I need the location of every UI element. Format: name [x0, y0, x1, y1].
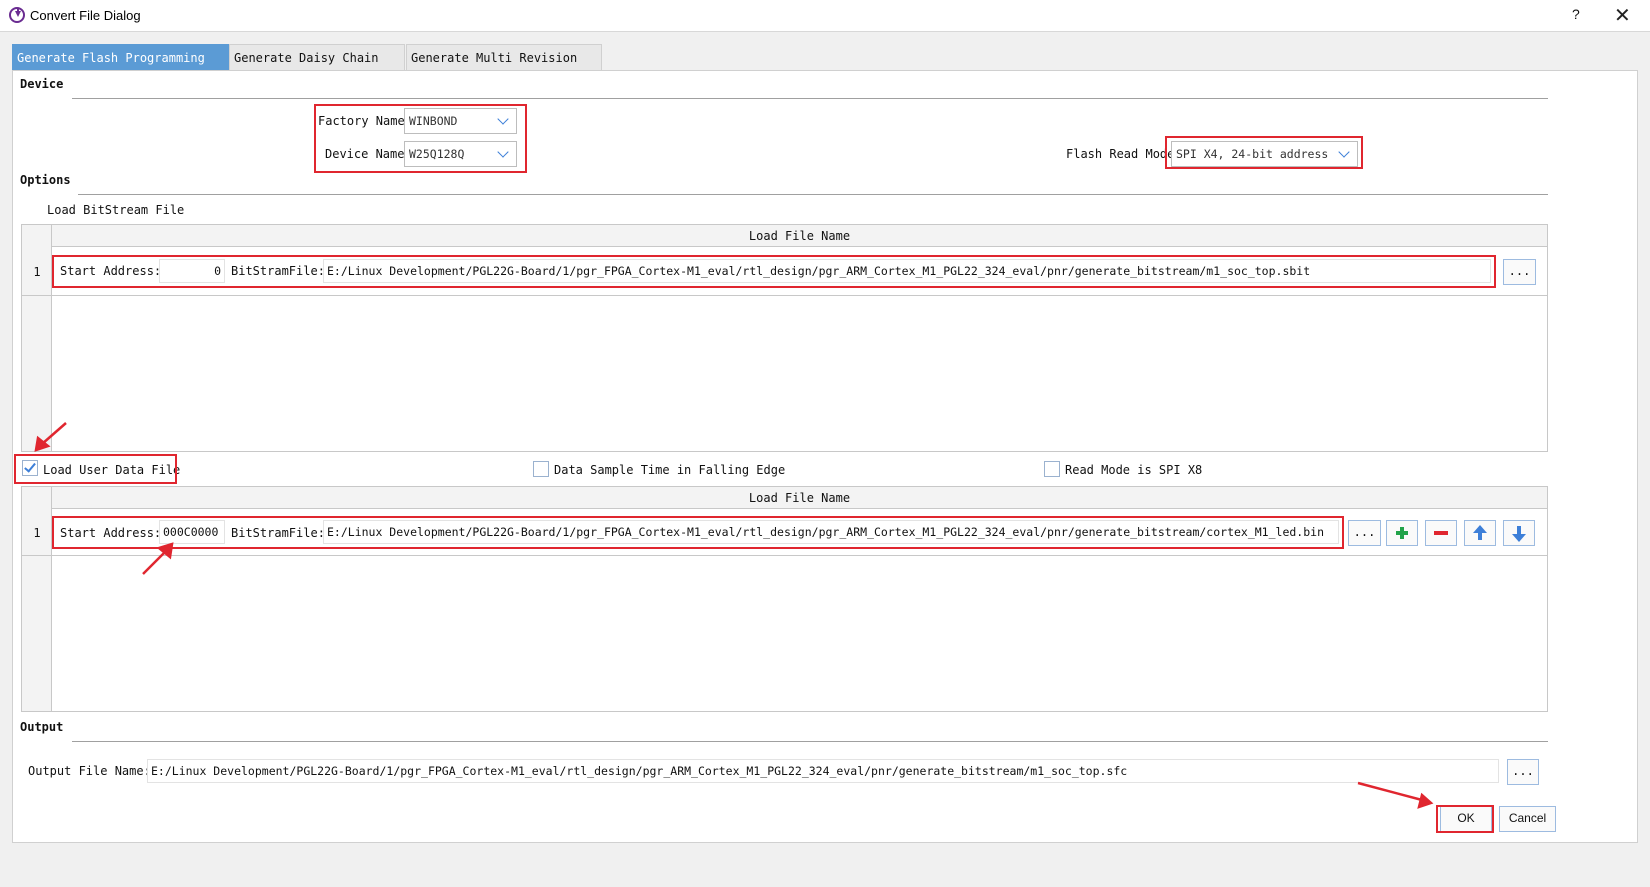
- falling-edge-label: Data Sample Time in Falling Edge: [554, 463, 786, 477]
- add-row-button[interactable]: [1386, 520, 1418, 546]
- spi-x8-checkbox[interactable]: [1044, 461, 1060, 477]
- move-up-button[interactable]: [1464, 520, 1496, 546]
- annotation-highlight-device: [314, 104, 527, 173]
- device-section-title: Device: [20, 77, 64, 91]
- cancel-button[interactable]: Cancel: [1499, 806, 1556, 832]
- remove-row-button[interactable]: [1425, 520, 1457, 546]
- load-bitstream-file-label: Load BitStream File: [47, 203, 185, 217]
- user-data-browse-button[interactable]: ...: [1348, 520, 1381, 546]
- flash-read-mode-label: Flash Read Mode: [1066, 147, 1175, 161]
- tab-generate-multi-revision-file[interactable]: Generate Multi Revision File: [406, 44, 602, 91]
- table-row-number: 1: [33, 265, 41, 279]
- spi-x8-label: Read Mode is SPI X8: [1065, 463, 1203, 477]
- annotation-highlight-bitstream-row: [52, 255, 1496, 288]
- output-section-title: Output: [20, 720, 64, 734]
- annotation-highlight-ok: [1436, 805, 1494, 833]
- app-download-icon: [9, 7, 25, 23]
- close-button[interactable]: ✕: [1614, 3, 1631, 28]
- output-divider: [72, 741, 1548, 742]
- help-button[interactable]: ?: [1572, 6, 1580, 22]
- tab-generate-daisy-chain-file[interactable]: Generate Daisy Chain File: [229, 44, 405, 91]
- annotation-highlight-flash-mode: [1165, 136, 1363, 169]
- table-row-divider: [22, 295, 1547, 296]
- bitstream-browse-button[interactable]: ...: [1503, 259, 1536, 285]
- main-panel: [12, 70, 1638, 843]
- options-section-title: Options: [20, 173, 71, 187]
- user-data-table-header: Load File Name: [52, 487, 1547, 509]
- title-bar: Convert File Dialog ? ✕: [0, 0, 1650, 32]
- table-row-header-column: [22, 225, 52, 451]
- table-row-divider: [22, 555, 1547, 556]
- output-file-name-label: Output File Name:: [28, 764, 151, 778]
- device-divider: [72, 98, 1548, 99]
- table-row-number: 1: [33, 526, 41, 540]
- output-file-path-input[interactable]: E:/Linux Development/PGL22G-Board/1/pgr_…: [147, 759, 1499, 783]
- falling-edge-checkbox[interactable]: [533, 461, 549, 477]
- minus-icon: [1434, 531, 1448, 535]
- table-row-header-column: [22, 487, 52, 711]
- move-down-button[interactable]: [1503, 520, 1535, 546]
- bitstream-table-header: Load File Name: [52, 225, 1547, 247]
- tab-generate-flash-programming-file[interactable]: Generate Flash Programming File: [12, 44, 229, 91]
- window-title: Convert File Dialog: [30, 8, 141, 23]
- annotation-highlight-load-user-data: [14, 454, 177, 484]
- annotation-highlight-user-data-row: [52, 516, 1344, 549]
- options-divider: [78, 194, 1548, 195]
- output-browse-button[interactable]: ...: [1507, 759, 1539, 785]
